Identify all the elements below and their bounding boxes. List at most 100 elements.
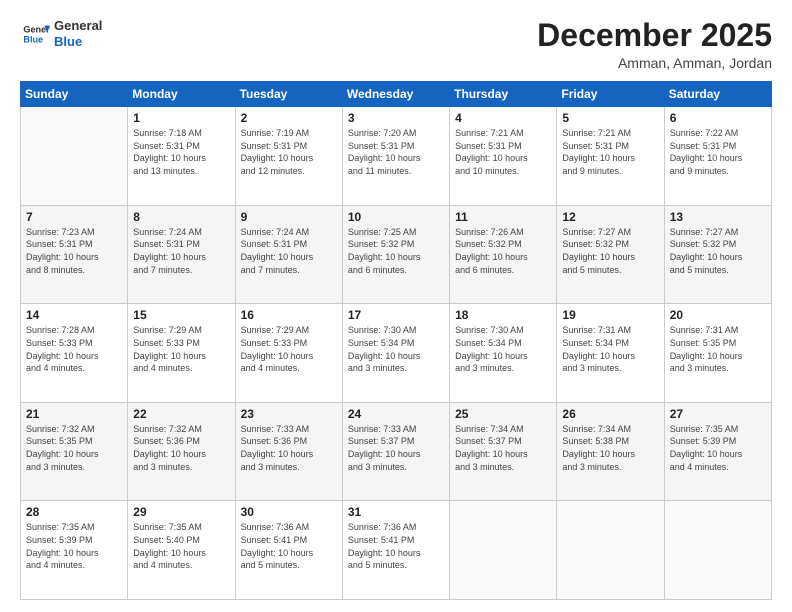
month-title: December 2025 — [537, 18, 772, 53]
day-number: 12 — [562, 210, 658, 224]
page: General Blue General Blue December 2025 … — [0, 0, 792, 612]
logo-icon: General Blue — [22, 20, 50, 48]
calendar-cell: 20 Sunrise: 7:31 AM Sunset: 5:35 PM Dayli… — [664, 304, 771, 403]
calendar-cell: 19 Sunrise: 7:31 AM Sunset: 5:34 PM Dayli… — [557, 304, 664, 403]
day-number: 15 — [133, 308, 229, 322]
calendar-cell — [21, 107, 128, 206]
cell-info: Sunrise: 7:33 AM Sunset: 5:36 PM Dayligh… — [241, 423, 337, 473]
day-header-wednesday: Wednesday — [342, 82, 449, 107]
calendar-cell: 25 Sunrise: 7:34 AM Sunset: 5:37 PM Dayli… — [450, 402, 557, 501]
day-number: 18 — [455, 308, 551, 322]
calendar-cell: 1 Sunrise: 7:18 AM Sunset: 5:31 PM Daylig… — [128, 107, 235, 206]
day-header-sunday: Sunday — [21, 82, 128, 107]
calendar-cell: 15 Sunrise: 7:29 AM Sunset: 5:33 PM Dayli… — [128, 304, 235, 403]
calendar-cell: 9Sunrise: 7:24 AM Sunset: 5:31 PM Daylig… — [235, 205, 342, 304]
cell-info: Sunrise: 7:35 AM Sunset: 5:39 PM Dayligh… — [670, 423, 766, 473]
cell-info: Sunrise: 7:18 AM Sunset: 5:31 PM Dayligh… — [133, 127, 229, 177]
cell-info: Sunrise: 7:34 AM Sunset: 5:38 PM Dayligh… — [562, 423, 658, 473]
cell-info: Sunrise: 7:36 AM Sunset: 5:41 PM Dayligh… — [241, 521, 337, 571]
calendar-cell: 6 Sunrise: 7:22 AM Sunset: 5:31 PM Daylig… — [664, 107, 771, 206]
day-number: 4 — [455, 111, 551, 125]
cell-info: Sunrise: 7:35 AM Sunset: 5:39 PM Dayligh… — [26, 521, 122, 571]
day-number: 24 — [348, 407, 444, 421]
logo-blue-text: Blue — [54, 34, 102, 50]
cell-info: Sunrise: 7:31 AM Sunset: 5:35 PM Dayligh… — [670, 324, 766, 374]
calendar-cell: 26 Sunrise: 7:34 AM Sunset: 5:38 PM Dayli… — [557, 402, 664, 501]
day-number: 7 — [26, 210, 122, 224]
cell-info: Sunrise: 7:21 AM Sunset: 5:31 PM Dayligh… — [455, 127, 551, 177]
cell-info: Sunrise: 7:19 AM Sunset: 5:31 PM Dayligh… — [241, 127, 337, 177]
day-number: 17 — [348, 308, 444, 322]
day-header-monday: Monday — [128, 82, 235, 107]
calendar-cell: 24Sunrise: 7:33 AM Sunset: 5:37 PM Dayli… — [342, 402, 449, 501]
day-number: 9 — [241, 210, 337, 224]
calendar-cell: 5 Sunrise: 7:21 AM Sunset: 5:31 PM Daylig… — [557, 107, 664, 206]
day-number: 30 — [241, 505, 337, 519]
cell-info: Sunrise: 7:32 AM Sunset: 5:36 PM Dayligh… — [133, 423, 229, 473]
header: General Blue General Blue December 2025 … — [20, 18, 772, 71]
day-number: 1 — [133, 111, 229, 125]
day-number: 25 — [455, 407, 551, 421]
calendar-cell: 22 Sunrise: 7:32 AM Sunset: 5:36 PM Dayli… — [128, 402, 235, 501]
calendar-cell — [557, 501, 664, 600]
svg-text:Blue: Blue — [23, 34, 43, 44]
cell-info: Sunrise: 7:30 AM Sunset: 5:34 PM Dayligh… — [348, 324, 444, 374]
calendar-cell: 10 Sunrise: 7:25 AM Sunset: 5:32 PM Dayli… — [342, 205, 449, 304]
header-row: SundayMondayTuesdayWednesdayThursdayFrid… — [21, 82, 772, 107]
day-number: 21 — [26, 407, 122, 421]
cell-info: Sunrise: 7:32 AM Sunset: 5:35 PM Dayligh… — [26, 423, 122, 473]
day-number: 5 — [562, 111, 658, 125]
cell-info: Sunrise: 7:22 AM Sunset: 5:31 PM Dayligh… — [670, 127, 766, 177]
day-number: 20 — [670, 308, 766, 322]
calendar-week-1: 1 Sunrise: 7:18 AM Sunset: 5:31 PM Daylig… — [21, 107, 772, 206]
day-number: 27 — [670, 407, 766, 421]
day-number: 23 — [241, 407, 337, 421]
calendar-cell: 23 Sunrise: 7:33 AM Sunset: 5:36 PM Dayli… — [235, 402, 342, 501]
day-header-friday: Friday — [557, 82, 664, 107]
cell-info: Sunrise: 7:29 AM Sunset: 5:33 PM Dayligh… — [133, 324, 229, 374]
cell-info: Sunrise: 7:29 AM Sunset: 5:33 PM Dayligh… — [241, 324, 337, 374]
calendar-cell: 17 Sunrise: 7:30 AM Sunset: 5:34 PM Dayli… — [342, 304, 449, 403]
day-number: 19 — [562, 308, 658, 322]
logo: General Blue General Blue — [20, 18, 102, 49]
day-number: 11 — [455, 210, 551, 224]
calendar-week-2: 7 Sunrise: 7:23 AM Sunset: 5:31 PM Daylig… — [21, 205, 772, 304]
day-header-tuesday: Tuesday — [235, 82, 342, 107]
calendar-cell: 30 Sunrise: 7:36 AM Sunset: 5:41 PM Dayli… — [235, 501, 342, 600]
calendar-cell: 11Sunrise: 7:26 AM Sunset: 5:32 PM Dayli… — [450, 205, 557, 304]
cell-info: Sunrise: 7:20 AM Sunset: 5:31 PM Dayligh… — [348, 127, 444, 177]
calendar-cell: 2Sunrise: 7:19 AM Sunset: 5:31 PM Daylig… — [235, 107, 342, 206]
calendar-cell: 31Sunrise: 7:36 AM Sunset: 5:41 PM Dayli… — [342, 501, 449, 600]
calendar-cell: 28Sunrise: 7:35 AM Sunset: 5:39 PM Dayli… — [21, 501, 128, 600]
cell-info: Sunrise: 7:27 AM Sunset: 5:32 PM Dayligh… — [670, 226, 766, 276]
day-header-saturday: Saturday — [664, 82, 771, 107]
calendar-week-4: 21 Sunrise: 7:32 AM Sunset: 5:35 PM Dayli… — [21, 402, 772, 501]
cell-info: Sunrise: 7:35 AM Sunset: 5:40 PM Dayligh… — [133, 521, 229, 571]
day-number: 26 — [562, 407, 658, 421]
day-number: 10 — [348, 210, 444, 224]
calendar-cell: 27 Sunrise: 7:35 AM Sunset: 5:39 PM Dayli… — [664, 402, 771, 501]
day-number: 6 — [670, 111, 766, 125]
calendar-cell: 7 Sunrise: 7:23 AM Sunset: 5:31 PM Daylig… — [21, 205, 128, 304]
cell-info: Sunrise: 7:34 AM Sunset: 5:37 PM Dayligh… — [455, 423, 551, 473]
day-number: 13 — [670, 210, 766, 224]
cell-info: Sunrise: 7:30 AM Sunset: 5:34 PM Dayligh… — [455, 324, 551, 374]
day-number: 16 — [241, 308, 337, 322]
calendar-cell: 16 Sunrise: 7:29 AM Sunset: 5:33 PM Dayli… — [235, 304, 342, 403]
cell-info: Sunrise: 7:25 AM Sunset: 5:32 PM Dayligh… — [348, 226, 444, 276]
calendar-cell: 3Sunrise: 7:20 AM Sunset: 5:31 PM Daylig… — [342, 107, 449, 206]
calendar-week-3: 14 Sunrise: 7:28 AM Sunset: 5:33 PM Dayli… — [21, 304, 772, 403]
calendar-cell: 21 Sunrise: 7:32 AM Sunset: 5:35 PM Dayli… — [21, 402, 128, 501]
calendar-week-5: 28Sunrise: 7:35 AM Sunset: 5:39 PM Dayli… — [21, 501, 772, 600]
cell-info: Sunrise: 7:28 AM Sunset: 5:33 PM Dayligh… — [26, 324, 122, 374]
cell-info: Sunrise: 7:21 AM Sunset: 5:31 PM Dayligh… — [562, 127, 658, 177]
day-number: 14 — [26, 308, 122, 322]
cell-info: Sunrise: 7:23 AM Sunset: 5:31 PM Dayligh… — [26, 226, 122, 276]
day-number: 22 — [133, 407, 229, 421]
calendar-cell — [664, 501, 771, 600]
cell-info: Sunrise: 7:31 AM Sunset: 5:34 PM Dayligh… — [562, 324, 658, 374]
cell-info: Sunrise: 7:27 AM Sunset: 5:32 PM Dayligh… — [562, 226, 658, 276]
cell-info: Sunrise: 7:36 AM Sunset: 5:41 PM Dayligh… — [348, 521, 444, 571]
calendar-cell: 12 Sunrise: 7:27 AM Sunset: 5:32 PM Dayli… — [557, 205, 664, 304]
calendar-cell: 29Sunrise: 7:35 AM Sunset: 5:40 PM Dayli… — [128, 501, 235, 600]
